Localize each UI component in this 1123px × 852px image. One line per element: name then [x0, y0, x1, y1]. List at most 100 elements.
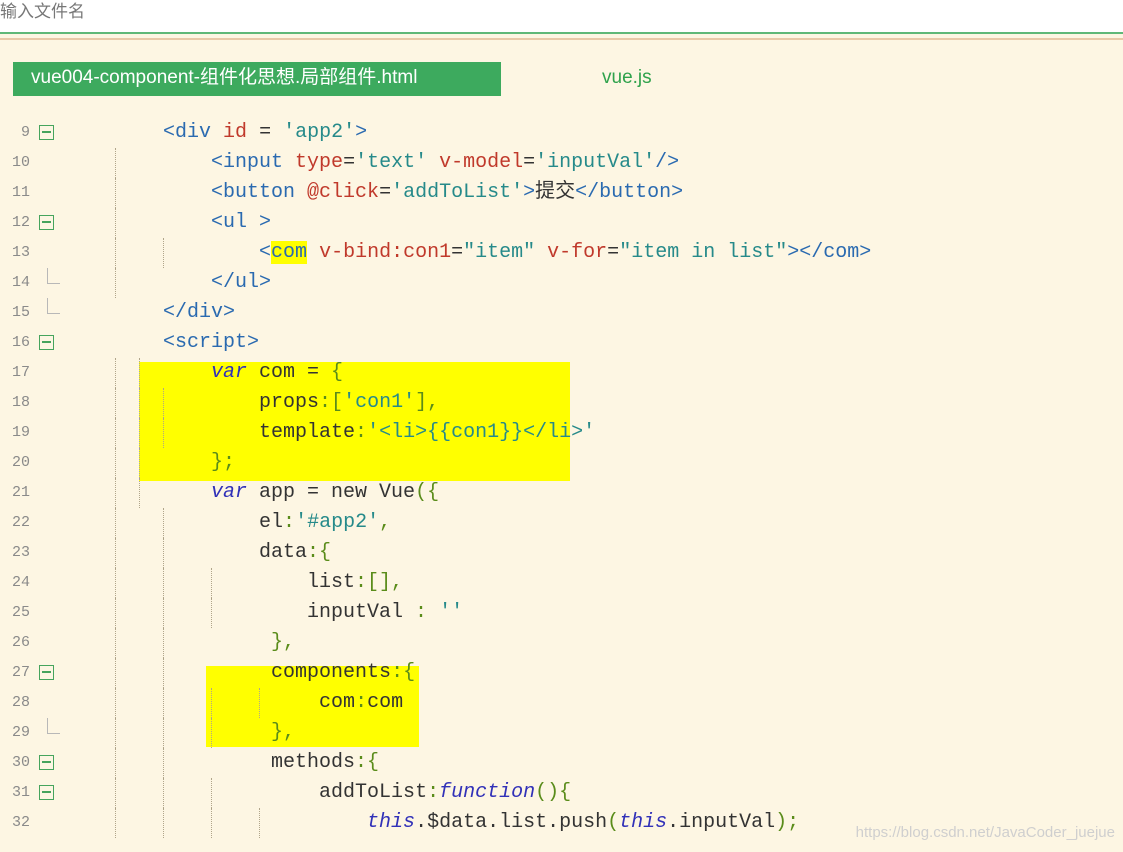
code-token: :{ — [391, 661, 416, 684]
line-number: 15 — [11, 304, 30, 321]
code-text: </div> — [115, 298, 235, 328]
code-line: 22 el:'#app2', — [0, 508, 1123, 538]
code-editor[interactable]: 9 <div id = 'app2'> 10 <input type='text'… — [0, 118, 1123, 838]
line-number: 24 — [11, 574, 30, 591]
code-line: 15 </div> — [0, 298, 1123, 328]
fold-toggle-icon[interactable] — [39, 125, 54, 140]
code-line: 20 }; — [0, 448, 1123, 478]
code-token: v-bind:con1 — [319, 241, 452, 264]
code-text: list:[], — [115, 568, 403, 598]
line-number: 23 — [11, 544, 30, 561]
line-number: 28 — [11, 694, 30, 711]
code-token: > — [259, 211, 272, 234]
fold-toggle-icon[interactable] — [39, 665, 54, 680]
code-token: : — [283, 511, 296, 534]
fold-toggle-icon[interactable] — [39, 785, 54, 800]
code-token: > — [259, 271, 272, 294]
code-token: ul — [235, 271, 260, 294]
code-token: el — [259, 511, 284, 534]
code-text: var app = new Vue({ — [115, 478, 439, 508]
code-line: 30 methods:{ — [0, 748, 1123, 778]
code-token: : — [355, 421, 368, 444]
code-line: 28 com:com — [0, 688, 1123, 718]
code-line: 13 <com v-bind:con1="item" v-for="item i… — [0, 238, 1123, 268]
code-token: addToList — [319, 781, 428, 804]
code-token: var — [211, 361, 248, 384]
code-line: 24 list:[], — [0, 568, 1123, 598]
tab-vue-js[interactable]: vue.js — [602, 62, 652, 96]
line-number: 19 — [11, 424, 30, 441]
code-token: props — [259, 391, 320, 414]
code-token: com — [319, 691, 356, 714]
code-token: 提交 — [535, 181, 576, 204]
tab-vue004-component[interactable]: vue004-component-组件化思想.局部组件.html — [13, 62, 501, 96]
code-text: <button @click='addToList'>提交</button> — [115, 178, 683, 208]
code-text: props:['con1'], — [115, 388, 439, 418]
search-input[interactable] — [0, 0, 400, 24]
code-token: button — [223, 181, 308, 204]
fold-end-marker-icon — [47, 298, 60, 314]
code-token: com — [823, 241, 860, 264]
code-line: 17 var com = { — [0, 358, 1123, 388]
line-number: 12 — [11, 214, 30, 231]
code-token: ul — [223, 211, 260, 234]
code-line: 14 </ul> — [0, 268, 1123, 298]
fold-toggle-icon[interactable] — [39, 755, 54, 770]
code-token: button — [599, 181, 672, 204]
code-token: ({ — [415, 481, 440, 504]
code-token: < — [211, 181, 224, 204]
code-line: 18 props:['con1'], — [0, 388, 1123, 418]
code-token: "item in list" — [619, 241, 788, 264]
line-number: 18 — [11, 394, 30, 411]
code-token: ></ — [787, 241, 824, 264]
code-line: 19 template:'<li>{{con1}}</li>' — [0, 418, 1123, 448]
code-token: list — [307, 571, 356, 594]
line-number: 30 — [11, 754, 30, 771]
code-text: data:{ — [115, 538, 331, 568]
code-text: template:'<li>{{con1}}</li>' — [115, 418, 595, 448]
code-token: , — [379, 511, 392, 534]
line-number: 14 — [11, 274, 30, 291]
code-token: id — [223, 121, 248, 144]
code-token: components — [271, 661, 392, 684]
code-token: ); — [775, 811, 800, 834]
line-number: 29 — [11, 724, 30, 741]
code-line: 27 components:{ — [0, 658, 1123, 688]
code-line: 10 <input type='text' v-model='inputVal'… — [0, 148, 1123, 178]
fold-toggle-icon[interactable] — [39, 335, 54, 350]
code-token: :[], — [355, 571, 404, 594]
code-text: </ul> — [115, 268, 271, 298]
divider — [0, 38, 1123, 40]
code-text: <input type='text' v-model='inputVal'/> — [115, 148, 679, 178]
line-number: 17 — [11, 364, 30, 381]
code-token: = — [379, 181, 392, 204]
code-text: this.$data.list.push(this.inputVal); — [115, 808, 799, 838]
code-token: /> — [655, 151, 680, 174]
code-token: </ — [575, 181, 600, 204]
code-token: ], — [415, 391, 440, 414]
code-token: 'con1' — [343, 391, 416, 414]
code-token: { — [331, 361, 344, 384]
fold-toggle-icon[interactable] — [39, 215, 54, 230]
code-token: > — [859, 241, 872, 264]
code-line: 16 <script> — [0, 328, 1123, 358]
code-line: 25 inputVal : '' — [0, 598, 1123, 628]
code-token: > — [355, 121, 368, 144]
